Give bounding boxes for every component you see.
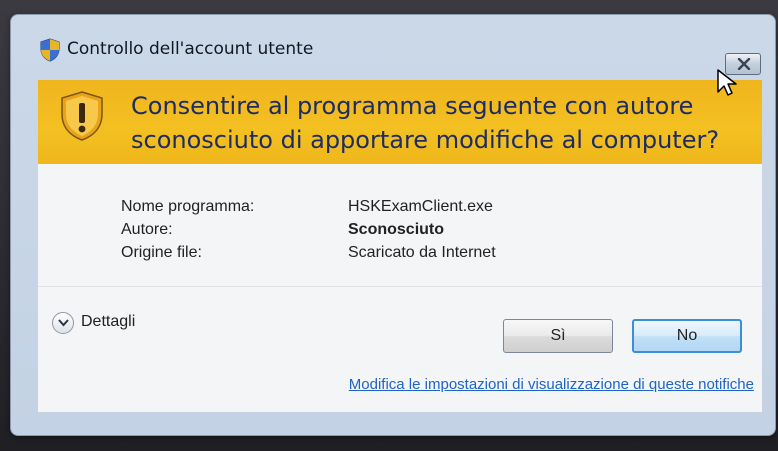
- uac-shield-icon: [39, 38, 61, 62]
- file-origin-label: Origine file:: [121, 244, 202, 261]
- dialog-footer: Dettagli Sì No: [38, 286, 762, 367]
- mouse-pointer-icon: [716, 68, 738, 98]
- details-label[interactable]: Dettagli: [81, 313, 135, 331]
- details-expander[interactable]: [52, 312, 74, 334]
- consent-question: Consentire al programma seguente con aut…: [131, 92, 720, 154]
- no-button[interactable]: No: [632, 319, 742, 353]
- uac-dialog: Controllo dell'account utente Consentire…: [10, 14, 776, 436]
- author-label: Autore:: [121, 221, 173, 238]
- program-details: Nome programma: HSKExamClient.exe Autore…: [38, 164, 762, 286]
- program-name-value: HSKExamClient.exe: [348, 198, 493, 215]
- window-title: Controllo dell'account utente: [67, 39, 314, 59]
- notification-settings-link[interactable]: Modifica le impostazioni di visualizzazi…: [349, 376, 754, 393]
- settings-link-bar: Modifica le impostazioni di visualizzazi…: [38, 366, 762, 412]
- chevron-down-icon: [58, 319, 69, 327]
- file-origin-value: Scaricato da Internet: [348, 244, 496, 261]
- warning-banner: Consentire al programma seguente con aut…: [38, 80, 762, 164]
- close-icon: [737, 58, 751, 70]
- program-name-label: Nome programma:: [121, 198, 255, 215]
- screen-background: Controllo dell'account utente Consentire…: [0, 0, 778, 451]
- author-value: Sconosciuto: [348, 221, 445, 238]
- title-bar: Controllo dell'account utente: [11, 15, 775, 75]
- yes-button[interactable]: Sì: [503, 319, 613, 353]
- warning-shield-icon: [59, 90, 105, 142]
